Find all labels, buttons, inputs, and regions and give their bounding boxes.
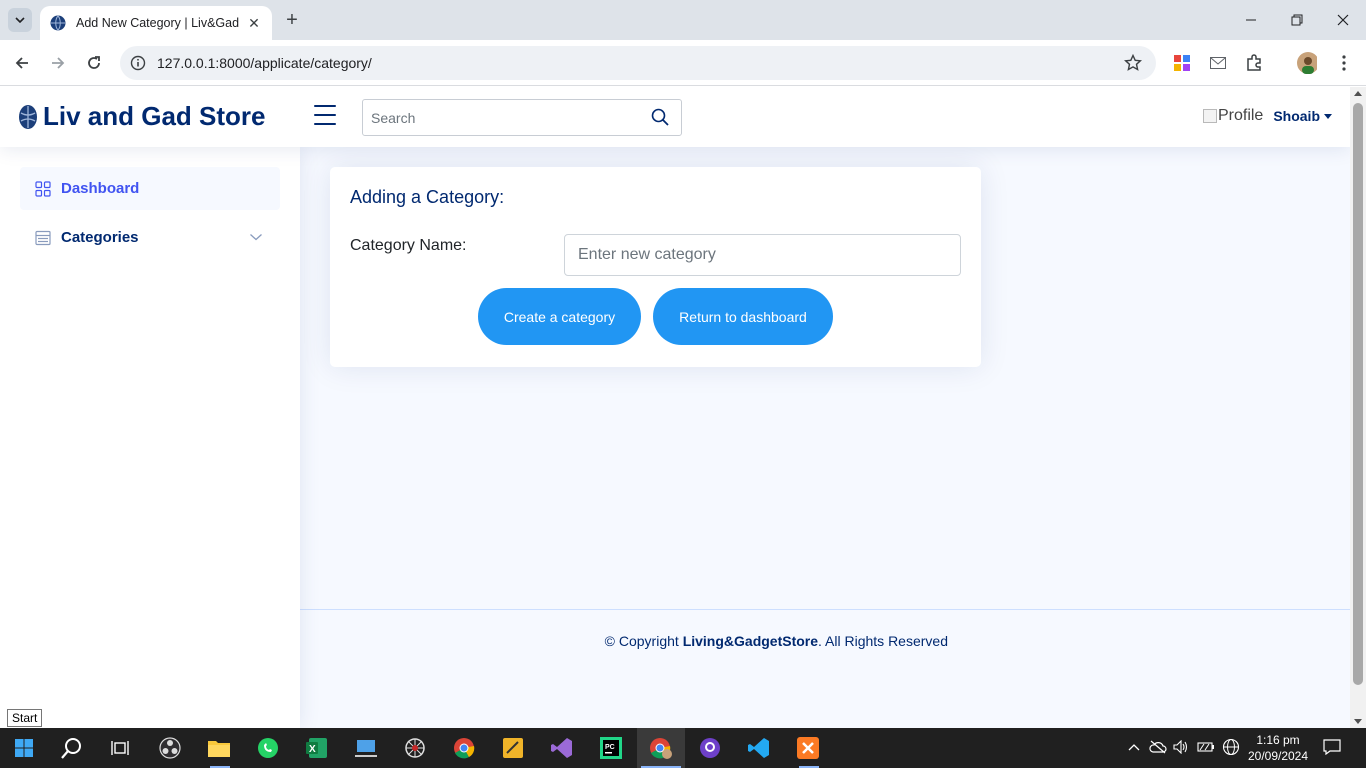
chrome-profile-icon[interactable] — [649, 736, 673, 760]
minimize-icon[interactable] — [1228, 0, 1274, 40]
taskbar: X PC 1:16 pm 20/09/2024 — [0, 728, 1366, 768]
back-icon[interactable] — [10, 51, 34, 75]
copyright-text: © Copyright Living&GadgetStore. All Righ… — [300, 633, 948, 649]
mail-icon[interactable] — [1208, 53, 1228, 73]
copyright-suffix: . All Rights Reserved — [818, 633, 948, 649]
extension-colorful-icon[interactable] — [1172, 53, 1192, 73]
copyright-prefix: © Copyright — [604, 633, 683, 649]
card-title: Adding a Category: — [350, 187, 505, 207]
whatsapp-icon[interactable] — [256, 736, 280, 760]
notification-center-icon[interactable] — [1323, 738, 1341, 756]
category-name-field-wrapper — [564, 234, 961, 276]
sidebar-item-label: Categories — [61, 229, 139, 246]
search-icon[interactable] — [651, 108, 669, 126]
add-category-card: Adding a Category: Category Name: Create… — [330, 167, 981, 367]
restore-icon[interactable] — [1274, 0, 1320, 40]
copyright-brand: Living&GadgetStore — [682, 633, 819, 649]
scroll-up-icon[interactable] — [1354, 91, 1362, 96]
remote-desktop-icon[interactable] — [354, 736, 378, 760]
language-globe-icon[interactable] — [1222, 738, 1240, 756]
sidebar: Dashboard Categories — [0, 147, 300, 728]
site-info-icon[interactable] — [130, 55, 146, 71]
sidebar-item-dashboard[interactable]: Dashboard — [20, 167, 280, 210]
reload-icon[interactable] — [82, 51, 106, 75]
github-desktop-icon[interactable] — [698, 736, 722, 760]
return-dashboard-button[interactable]: Return to dashboard — [653, 288, 833, 345]
username: Shoaib — [1273, 108, 1320, 124]
chrome-icon[interactable] — [452, 736, 476, 760]
system-clock[interactable]: 1:16 pm 20/09/2024 — [1246, 732, 1310, 764]
brand-logo[interactable]: Liv and Gad Store — [18, 101, 266, 132]
profile-image-alt: Profile — [1217, 107, 1264, 124]
svg-text:X: X — [309, 744, 316, 755]
browser-tabstrip: Add New Category | Liv&Gad ✕ + — [0, 0, 1366, 40]
new-tab-icon[interactable]: + — [282, 9, 302, 31]
sidebar-item-label: Dashboard — [61, 180, 140, 197]
brand-name: Liv and Gad Store — [43, 101, 266, 131]
svg-text:PC: PC — [605, 744, 615, 751]
chevron-down-icon — [15, 17, 25, 23]
url-text: 127.0.0.1:8000/applicate/category/ — [157, 55, 372, 71]
clock-time: 1:16 pm — [1256, 733, 1300, 747]
address-bar[interactable]: 127.0.0.1:8000/applicate/category/ — [120, 46, 1156, 80]
caret-down-icon — [1324, 113, 1332, 119]
search-input[interactable] — [363, 100, 633, 135]
xampp-icon[interactable] — [796, 736, 820, 760]
tab-search-button[interactable] — [8, 8, 32, 32]
vscode-icon[interactable] — [747, 736, 771, 760]
menu-list-icon — [35, 230, 51, 245]
close-window-icon[interactable] — [1320, 0, 1366, 40]
web-page: Liv and Gad Store Profile Shoaib Dashboa… — [0, 87, 1350, 728]
obs-studio-icon[interactable] — [158, 736, 182, 760]
category-name-input[interactable] — [565, 235, 960, 275]
pycharm-icon[interactable]: PC — [599, 736, 623, 760]
profile-dropdown[interactable]: Profile Shoaib — [1202, 107, 1332, 125]
profile-avatar-icon[interactable] — [1297, 52, 1317, 74]
logo-shield-icon — [19, 104, 37, 129]
page-scrollbar[interactable] — [1350, 87, 1366, 728]
clock-date: 20/09/2024 — [1247, 749, 1309, 763]
close-tab-icon[interactable]: ✕ — [246, 15, 262, 31]
taskbar-search-icon[interactable] — [60, 736, 84, 760]
chevron-down-icon[interactable] — [250, 231, 262, 243]
site-favicon-icon — [50, 15, 66, 31]
broken-image-icon — [1202, 109, 1217, 123]
profile-image: Profile — [1202, 107, 1264, 125]
browser-menu-icon[interactable] — [1334, 53, 1354, 73]
forward-icon[interactable] — [46, 51, 70, 75]
scroll-down-icon[interactable] — [1354, 719, 1362, 724]
scrollbar-thumb[interactable] — [1353, 103, 1363, 685]
task-view-icon[interactable] — [108, 736, 132, 760]
extensions-puzzle-icon[interactable] — [1244, 53, 1264, 73]
sidebar-item-categories[interactable]: Categories — [20, 216, 280, 259]
start-tooltip: Start — [7, 709, 43, 727]
windows-start-icon[interactable] — [12, 736, 36, 760]
hamburger-menu-icon[interactable] — [314, 105, 338, 125]
create-category-button[interactable]: Create a category — [478, 288, 641, 345]
tab-title: Add New Category | Liv&Gad — [76, 16, 240, 30]
visual-studio-icon[interactable] — [550, 736, 574, 760]
spider-app-icon[interactable] — [403, 736, 427, 760]
bookmark-star-icon[interactable] — [1124, 54, 1142, 72]
volume-icon[interactable] — [1172, 738, 1190, 756]
category-name-label: Category Name: — [350, 237, 467, 254]
search-bar — [362, 99, 682, 136]
site-header: Liv and Gad Store Profile Shoaib — [0, 87, 1350, 147]
dev-tool-icon[interactable] — [501, 736, 525, 760]
cloud-offline-icon[interactable] — [1149, 738, 1167, 756]
show-hidden-icons-icon[interactable] — [1125, 738, 1143, 756]
browser-tab[interactable]: Add New Category | Liv&Gad ✕ — [40, 6, 272, 40]
battery-icon[interactable] — [1197, 738, 1215, 756]
excel-icon[interactable]: X — [305, 736, 329, 760]
file-explorer-icon[interactable] — [207, 736, 231, 760]
browser-toolbar: 127.0.0.1:8000/applicate/category/ — [0, 40, 1366, 86]
site-footer: © Copyright Living&GadgetStore. All Righ… — [300, 609, 1350, 649]
grid-icon — [35, 180, 51, 197]
